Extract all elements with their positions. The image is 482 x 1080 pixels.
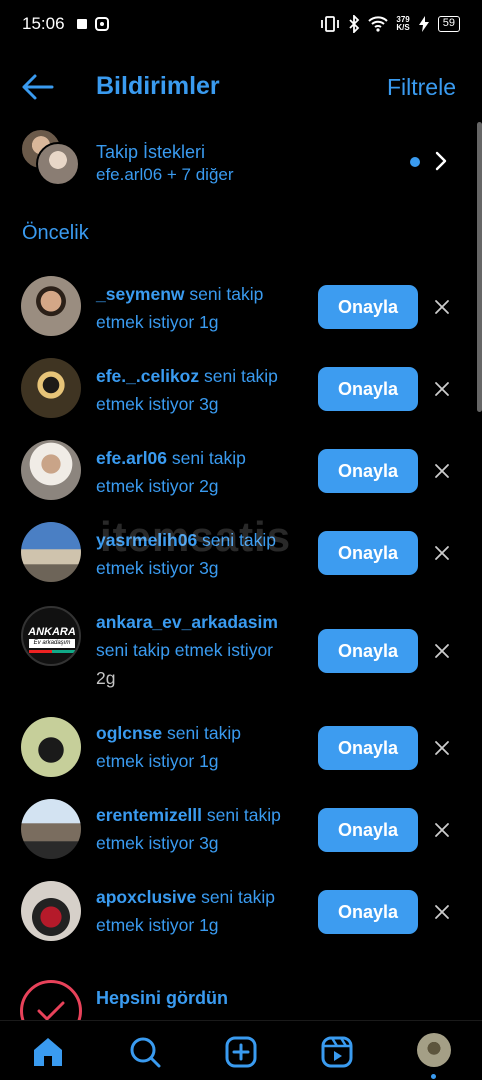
bottom-nav — [0, 1020, 482, 1080]
request-text: _seymenw seni takip etmek istiyor 1g — [96, 284, 264, 332]
avatar[interactable] — [21, 881, 81, 941]
page-title: Bildirimler — [96, 72, 220, 100]
avatar[interactable] — [21, 440, 81, 500]
active-indicator — [431, 1074, 436, 1079]
close-icon[interactable] — [432, 543, 452, 563]
bluetooth-icon — [349, 15, 360, 33]
chevron-right-icon — [435, 151, 447, 171]
request-text: ankara_ev_arkadasim seni takip etmek ist… — [96, 612, 278, 688]
approve-button[interactable]: Onayla — [318, 808, 418, 852]
username[interactable]: erentemizelll — [96, 805, 202, 825]
net-speed: 379 K/S — [396, 15, 410, 32]
create-post-icon[interactable] — [224, 1035, 258, 1069]
reels-icon[interactable] — [320, 1035, 354, 1069]
unread-dot — [410, 157, 420, 167]
approve-button[interactable]: Onayla — [318, 449, 418, 493]
profile-avatar[interactable] — [417, 1033, 451, 1067]
close-icon[interactable] — [432, 641, 452, 661]
request-text: efe._.celikoz seni takip etmek istiyor 3… — [96, 366, 278, 414]
battery-indicator: 59 — [437, 16, 460, 32]
notification-square-icon — [76, 19, 87, 29]
avatar[interactable] — [21, 358, 81, 418]
vibrate-icon — [321, 16, 340, 32]
username[interactable]: oglcnse — [96, 723, 162, 743]
approve-button[interactable]: Onayla — [318, 629, 418, 673]
media-icon — [94, 17, 109, 31]
follow-requests-subtitle: efe.arl06 + 7 diğer — [96, 165, 234, 184]
avatar[interactable]: ANKARA Ev arkadaşım — [21, 606, 81, 666]
scrollbar[interactable] — [477, 122, 482, 412]
username[interactable]: _seymenw — [96, 284, 185, 304]
request-text: erentemizelll seni takip etmek istiyor 3… — [96, 805, 281, 853]
search-icon[interactable] — [128, 1035, 162, 1069]
close-icon[interactable] — [432, 820, 452, 840]
status-time: 15:06 — [22, 14, 65, 33]
status-bar: 15:06 379 K/S 59 — [0, 0, 482, 48]
wifi-icon — [368, 16, 389, 32]
approve-button[interactable]: Onayla — [318, 726, 418, 770]
seen-all-title: Hepsini gördün — [96, 988, 228, 1008]
avatar[interactable] — [21, 799, 81, 859]
avatar-logo-text: ANKARA — [28, 626, 76, 638]
username[interactable]: efe.arl06 — [96, 448, 167, 468]
close-icon[interactable] — [432, 379, 452, 399]
request-text: yasrmelih06 seni takip etmek istiyor 3g — [96, 530, 276, 578]
section-title-priority: Öncelik — [22, 222, 89, 244]
follow-requests-title: Takip İstekleri — [96, 142, 206, 162]
charging-icon — [418, 16, 429, 32]
filter-button[interactable]: Filtrele — [387, 74, 456, 101]
username[interactable]: yasrmelih06 — [96, 530, 197, 550]
header: Bildirimler Filtrele — [0, 62, 482, 112]
avatar — [36, 142, 80, 186]
username[interactable]: ankara_ev_arkadasim — [96, 612, 278, 632]
approve-button[interactable]: Onayla — [318, 890, 418, 934]
approve-button[interactable]: Onayla — [318, 367, 418, 411]
follow-requests-row[interactable]: Takip İstekleri efe.arl06 + 7 diğer — [0, 128, 470, 190]
back-arrow-icon[interactable] — [20, 72, 54, 102]
request-text: efe.arl06 seni takip etmek istiyor 2g — [96, 448, 246, 496]
close-icon[interactable] — [432, 461, 452, 481]
avatar[interactable] — [21, 276, 81, 336]
approve-button[interactable]: Onayla — [318, 531, 418, 575]
avatar[interactable] — [21, 522, 81, 582]
username[interactable]: apoxclusive — [96, 887, 196, 907]
username[interactable]: efe._.celikoz — [96, 366, 199, 386]
close-icon[interactable] — [432, 902, 452, 922]
close-icon[interactable] — [432, 297, 452, 317]
approve-button[interactable]: Onayla — [318, 285, 418, 329]
request-text: apoxclusive seni takip etmek istiyor 1g — [96, 887, 275, 935]
request-text: oglcnse seni takip etmek istiyor 1g — [96, 723, 241, 771]
avatar[interactable] — [21, 717, 81, 777]
avatar-logo-subtext: Ev arkadaşım — [29, 639, 75, 648]
close-icon[interactable] — [432, 738, 452, 758]
home-icon[interactable] — [31, 1035, 65, 1069]
